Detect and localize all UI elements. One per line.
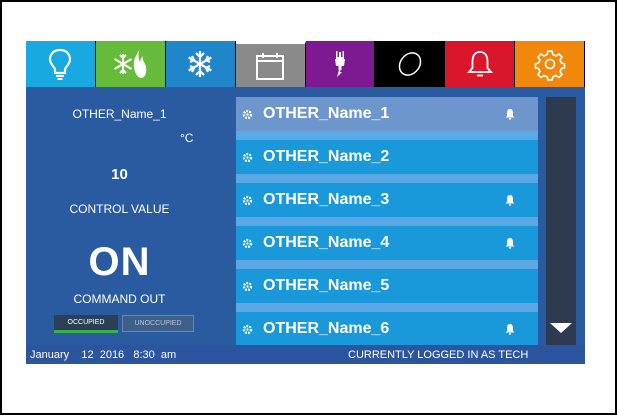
unoccupied-button[interactable]: UNOCCUPIED xyxy=(122,315,194,332)
schedule-tab[interactable] xyxy=(235,41,306,87)
list-item[interactable]: OTHER_Name_2 xyxy=(236,140,538,174)
command-out-label: COMMAND OUT xyxy=(73,292,166,306)
list-item[interactable]: OTHER_Name_6 xyxy=(236,312,538,346)
gear-icon xyxy=(534,50,565,81)
list-item-label: OTHER_Name_3 xyxy=(263,191,390,208)
command-state[interactable]: ON xyxy=(26,240,213,285)
alarms-tab[interactable] xyxy=(445,41,516,87)
date-time: January 12 2016 8:30 am xyxy=(30,349,177,361)
list-scrollbar[interactable] xyxy=(546,97,576,345)
list-item-label: OTHER_Name_6 xyxy=(263,320,390,337)
small-gear-icon xyxy=(242,238,253,248)
other-tab[interactable] xyxy=(375,41,446,87)
small-gear-icon xyxy=(242,281,253,291)
snowflake-icon xyxy=(188,51,213,77)
control-value-label: CONTROL VALUE xyxy=(69,202,170,216)
lightbulb-icon xyxy=(49,48,72,80)
status-bar: January 12 2016 8:30 am CURRENTLY LOGGED… xyxy=(26,345,585,364)
occupied-button[interactable]: OCCUPIED xyxy=(54,315,118,333)
point-name: OTHER_Name_1 xyxy=(72,107,167,121)
list-item[interactable]: OTHER_Name_5 xyxy=(236,269,538,303)
calendar-icon xyxy=(256,52,285,80)
detail-panel: OTHER_Name_1 °C 10 CONTROL VALUE ON COMM… xyxy=(26,87,213,345)
snowflake-flame-icon xyxy=(114,50,147,78)
alarm-bell-icon xyxy=(505,109,515,120)
small-gear-icon xyxy=(242,109,253,119)
top-toolbar xyxy=(26,41,585,87)
settings-tab[interactable] xyxy=(515,41,585,87)
heat-cool-tab[interactable] xyxy=(95,41,166,87)
alarm-bell-icon xyxy=(505,324,515,335)
small-gear-icon xyxy=(242,324,253,334)
plug-icon xyxy=(334,51,345,77)
ring-icon xyxy=(398,52,422,76)
small-gear-icon xyxy=(242,195,253,205)
list-item-label: OTHER_Name_5 xyxy=(263,277,390,294)
alarm-bell-icon xyxy=(505,238,515,249)
control-value: 10 xyxy=(111,166,128,183)
lighting-tab[interactable] xyxy=(26,41,96,87)
display-frame: OTHER_Name_1 °C 10 CONTROL VALUE ON COMM… xyxy=(0,0,617,415)
list-item[interactable]: OTHER_Name_1 xyxy=(236,97,538,131)
power-tab[interactable] xyxy=(305,41,376,87)
login-status: CURRENTLY LOGGED IN AS TECH xyxy=(348,349,529,361)
unit-label: °C xyxy=(180,131,194,145)
hmi-screen: OTHER_Name_1 °C 10 CONTROL VALUE ON COMM… xyxy=(26,41,585,364)
list-item-label: OTHER_Name_1 xyxy=(263,105,390,122)
small-gear-icon xyxy=(242,152,253,162)
list-item[interactable]: OTHER_Name_3 xyxy=(236,183,538,217)
bell-icon xyxy=(466,51,493,77)
list-item-label: OTHER_Name_4 xyxy=(263,234,390,251)
list-item-label: OTHER_Name_2 xyxy=(263,148,390,165)
alarm-bell-icon xyxy=(505,195,515,206)
point-list: OTHER_Name_1 OTHER_Name_2 OTHER_Name_3 O… xyxy=(236,97,538,346)
list-item[interactable]: OTHER_Name_4 xyxy=(236,226,538,260)
scroll-down-arrow-icon[interactable] xyxy=(550,323,572,333)
cooling-tab[interactable] xyxy=(165,41,236,87)
